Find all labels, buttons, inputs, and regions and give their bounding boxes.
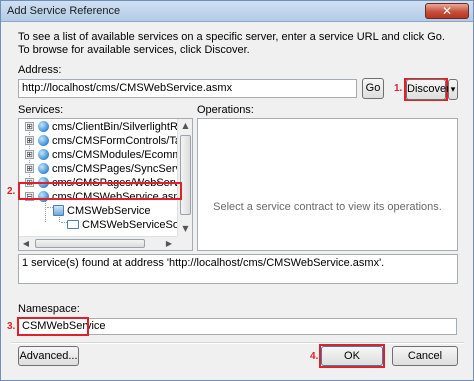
cancel-button[interactable]: Cancel [392, 346, 458, 366]
scroll-left-icon[interactable]: ◀ [19, 237, 33, 250]
go-button[interactable]: Go [362, 78, 384, 99]
chevron-down-icon: ▾ [450, 84, 456, 94]
service-class-icon [53, 205, 64, 216]
operations-placeholder: Select a service contract to view its op… [213, 201, 442, 213]
service-globe-icon [38, 149, 49, 160]
scroll-up-icon[interactable]: ▲ [179, 119, 192, 133]
callout-box-service [18, 182, 182, 200]
advanced-button[interactable]: Advanced... [18, 346, 79, 366]
add-service-reference-dialog: Add Service Reference ✕ To see a list of… [0, 0, 474, 381]
discover-button[interactable]: Discover [406, 79, 450, 100]
title-bar: Add Service Reference ✕ [1, 1, 473, 22]
service-item-label: CMSWebService [67, 205, 151, 217]
contract-icon [67, 220, 79, 229]
service-item-label: cms/CMSModules/Ecommerce/ [52, 149, 193, 161]
service-item-label: cms/CMSFormControls/TagSele [52, 135, 192, 147]
discover-dropdown-arrow[interactable]: ▾ [448, 79, 458, 100]
window-title: Add Service Reference [7, 5, 121, 17]
scroll-thumb[interactable] [180, 135, 191, 215]
service-item-label: cms/CMSPages/SyncServer.asm [52, 163, 192, 175]
scroll-thumb[interactable] [35, 239, 145, 248]
expand-icon[interactable]: ⊞ [25, 150, 34, 159]
expand-icon[interactable]: ⊞ [25, 164, 34, 173]
service-globe-icon [38, 135, 49, 146]
callout-number-4: 4. [310, 351, 319, 362]
close-icon: ✕ [441, 4, 453, 18]
service-item-label: cms/ClientBin/SilverlightRepeate [52, 121, 192, 133]
service-globe-icon [38, 121, 49, 132]
callout-number-2: 2. [7, 186, 16, 197]
ok-button[interactable]: OK [321, 346, 383, 366]
services-horizontal-scrollbar[interactable]: ◀ ▶ [19, 236, 177, 250]
service-globe-icon [38, 163, 49, 174]
close-button[interactable]: ✕ [425, 3, 469, 19]
expand-icon[interactable]: ⊞ [25, 136, 34, 145]
service-item-label: CMSWebServiceSoap [82, 219, 192, 231]
status-text: 1 service(s) found at address 'http://lo… [18, 254, 458, 284]
operations-label: Operations: [197, 104, 254, 116]
intro-text: To see a list of available services on a… [18, 31, 445, 56]
expand-icon[interactable]: ⊞ [25, 122, 34, 131]
callout-number-1: 1. [394, 83, 403, 94]
scrollbar-corner [177, 236, 192, 250]
scroll-down-icon[interactable]: ▼ [179, 222, 192, 236]
scroll-right-icon[interactable]: ▶ [162, 237, 176, 250]
operations-panel[interactable]: Select a service contract to view its op… [197, 118, 458, 251]
callout-box-namespace [17, 317, 89, 336]
callout-number-3: 3. [7, 321, 16, 332]
footer-separator [11, 342, 464, 344]
services-vertical-scrollbar[interactable]: ▲ ▼ [177, 119, 192, 236]
services-label: Services: [18, 104, 64, 116]
address-input[interactable]: http://localhost/cms/CMSWebService.asmx [18, 79, 357, 98]
namespace-label: Namespace: [18, 303, 80, 315]
address-label: Address: [18, 64, 62, 76]
